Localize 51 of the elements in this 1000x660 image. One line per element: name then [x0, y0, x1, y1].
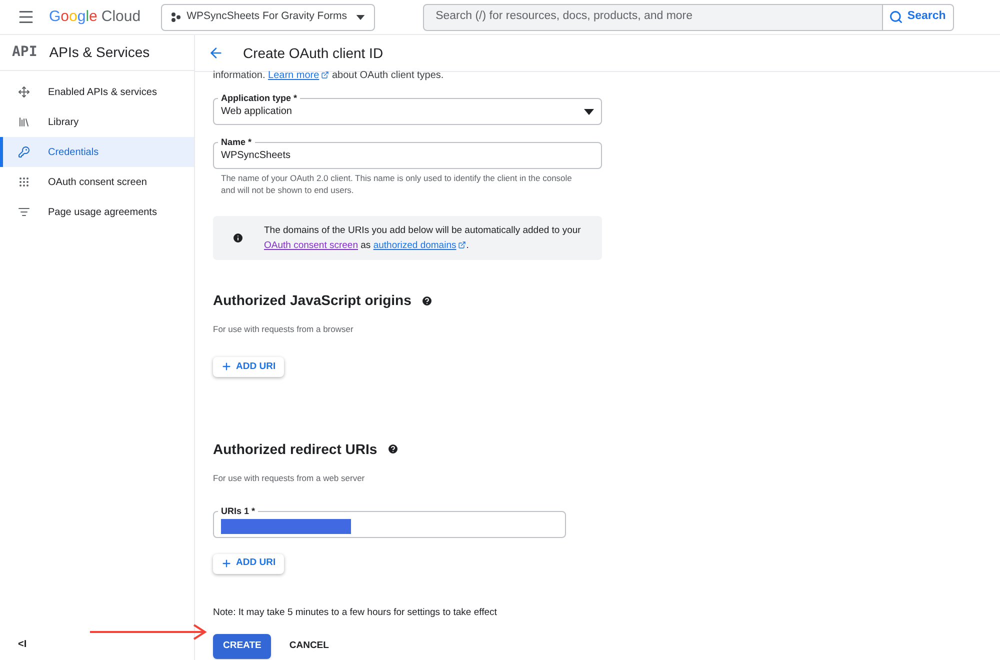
info-icon	[232, 232, 244, 244]
sidebar-item[interactable]: Enabled APIs & services	[0, 77, 194, 107]
external-link-icon	[458, 241, 466, 250]
field-value: Web application	[221, 106, 292, 116]
api-logo-text: API	[12, 43, 38, 62]
move-arrows-icon	[18, 86, 30, 98]
sidebar-item[interactable]: Page usage agreements	[0, 197, 194, 227]
cancel-button[interactable]: CANCEL	[279, 634, 339, 659]
helper-text: The name of your OAuth 2.0 client. This name is only used to identify the client in the console and will not be shown to end users.	[220, 172, 573, 196]
section-heading: Authorized redirect URIs	[213, 440, 378, 459]
search-field[interactable]: Search (/) for resources, docs, products, and more	[422, 4, 883, 30]
sidebar-item[interactable]: Library	[0, 107, 194, 137]
create-button[interactable]: CREATE	[213, 634, 272, 659]
authorized-domains-link[interactable]: authorized domains	[373, 240, 466, 251]
field-label: URIs 1 *	[218, 504, 258, 516]
intro-text: information. Learn more about OAuth client types.	[213, 70, 445, 82]
sidebar-item[interactable]: OAuth consent screen	[0, 167, 194, 197]
project-dots-icon	[170, 12, 181, 22]
section-subtitle: For use with requests from a browser	[213, 323, 354, 336]
field-label: Application type *	[218, 92, 300, 104]
library-icon	[18, 116, 30, 128]
key-icon	[18, 146, 30, 158]
learn-more-link[interactable]: Learn more	[268, 70, 330, 81]
plus-icon	[221, 361, 232, 372]
help-icon	[387, 443, 400, 456]
dots-grid-icon	[18, 176, 30, 188]
collapse-sidebar-button[interactable]: <I	[18, 637, 27, 652]
help-icon	[421, 294, 434, 306]
field-label: Name *	[218, 136, 255, 148]
add-uri-button[interactable]: ADD URI	[213, 356, 284, 377]
page-title: Create OAuth client ID	[243, 44, 384, 62]
dropdown-caret-icon	[584, 108, 594, 114]
note-text: Note: It may take 5 minutes to a few hours for settings to take effect	[213, 606, 498, 620]
plus-icon	[221, 558, 232, 569]
sidebar-item[interactable]: Credentials	[0, 137, 194, 167]
project-picker[interactable]: WPSyncSheets For Gravity Forms	[160, 4, 375, 30]
add-uri-button[interactable]: ADD URI	[213, 554, 284, 574]
field-value: WPSyncSheets	[221, 150, 290, 160]
section-heading: Authorized JavaScript origins	[213, 291, 412, 310]
dropdown-caret-icon	[356, 14, 365, 20]
google-cloud-logo[interactable]: Google Cloud	[49, 6, 141, 28]
info-text: The domains of the URIs you add below will be automatically added to your OAuth consent screen as authorized domains .	[264, 224, 582, 253]
section-subtitle: For use with requests from a web server	[213, 472, 366, 484]
list-icon	[18, 206, 30, 218]
back-arrow-icon[interactable]	[208, 45, 224, 61]
search-icon	[889, 10, 904, 24]
search-button[interactable]: Search	[882, 4, 954, 30]
external-link-icon	[321, 71, 330, 80]
sidebar-title: APIs & Services	[49, 43, 150, 62]
menu-icon[interactable]	[17, 8, 35, 26]
consent-screen-link[interactable]: OAuth consent screen	[264, 240, 358, 251]
